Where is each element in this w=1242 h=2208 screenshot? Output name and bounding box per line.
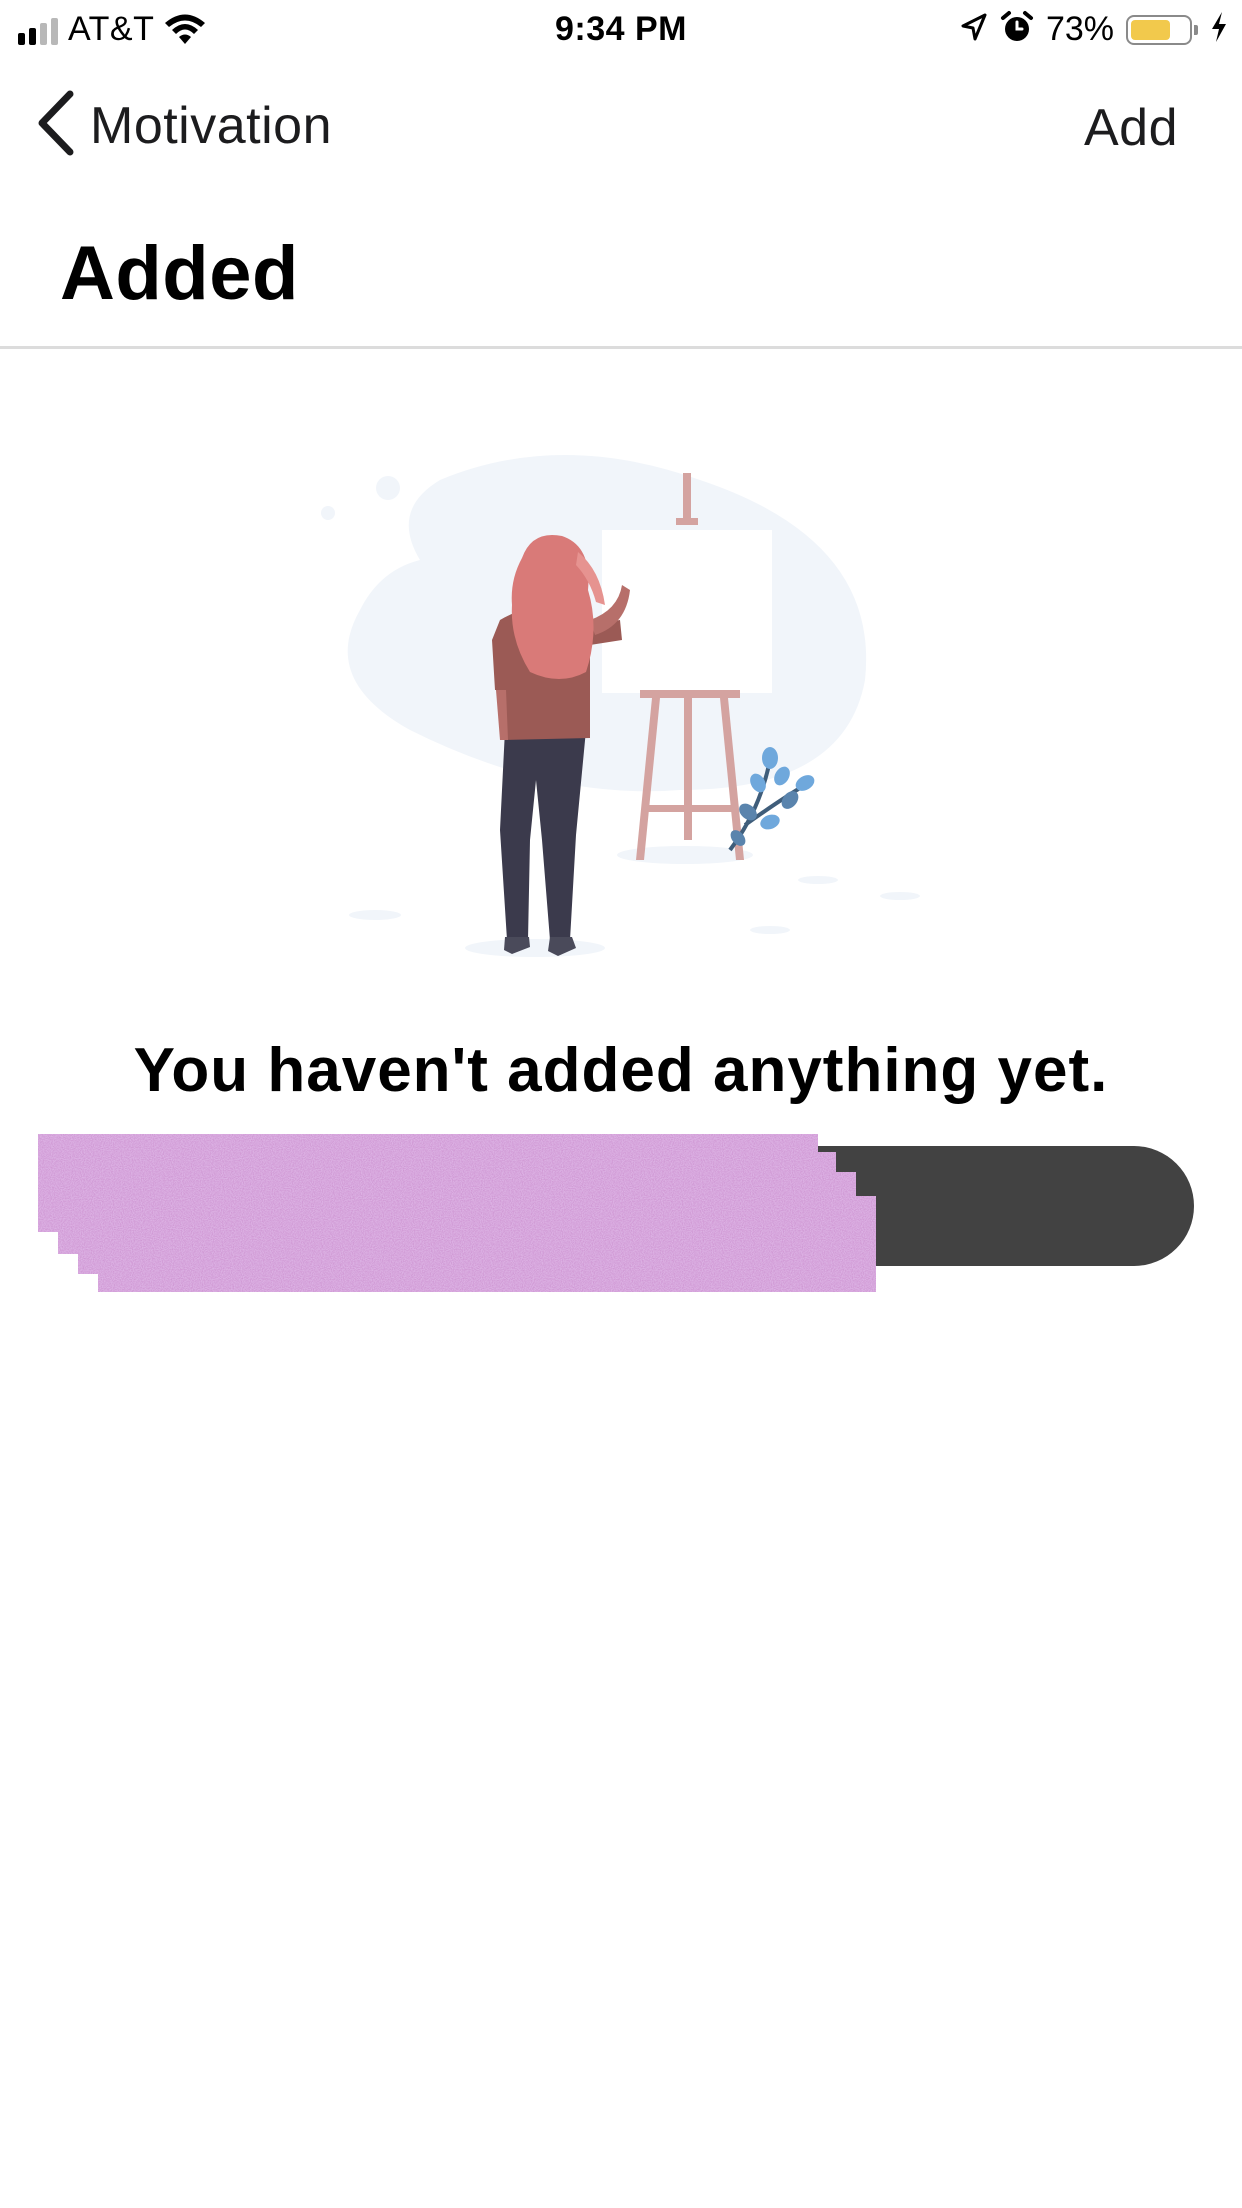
back-button-label: Motivation	[90, 96, 332, 155]
charging-bolt-icon	[1210, 11, 1228, 48]
redacted-area	[38, 1134, 876, 1292]
add-button[interactable]: Add	[1084, 98, 1178, 158]
navigation-bar: Motivation Add	[0, 80, 1242, 170]
chevron-left-icon	[36, 90, 76, 161]
woman-at-easel-illustration	[300, 440, 940, 980]
location-arrow-icon	[960, 12, 988, 47]
back-button[interactable]: Motivation	[36, 90, 332, 161]
battery-fill	[1131, 19, 1171, 40]
divider	[0, 346, 1242, 349]
canvas	[602, 530, 772, 693]
battery-icon	[1126, 14, 1198, 45]
battery-percent: 73%	[1045, 10, 1114, 48]
alarm-icon	[1000, 10, 1034, 49]
page-title: Added	[60, 231, 299, 316]
status-right: 73%	[960, 10, 1228, 49]
empty-state-message: You haven't added anything yet.	[133, 1036, 1109, 1105]
status-bar: AT&T 9:34 PM 73%	[0, 0, 1242, 62]
